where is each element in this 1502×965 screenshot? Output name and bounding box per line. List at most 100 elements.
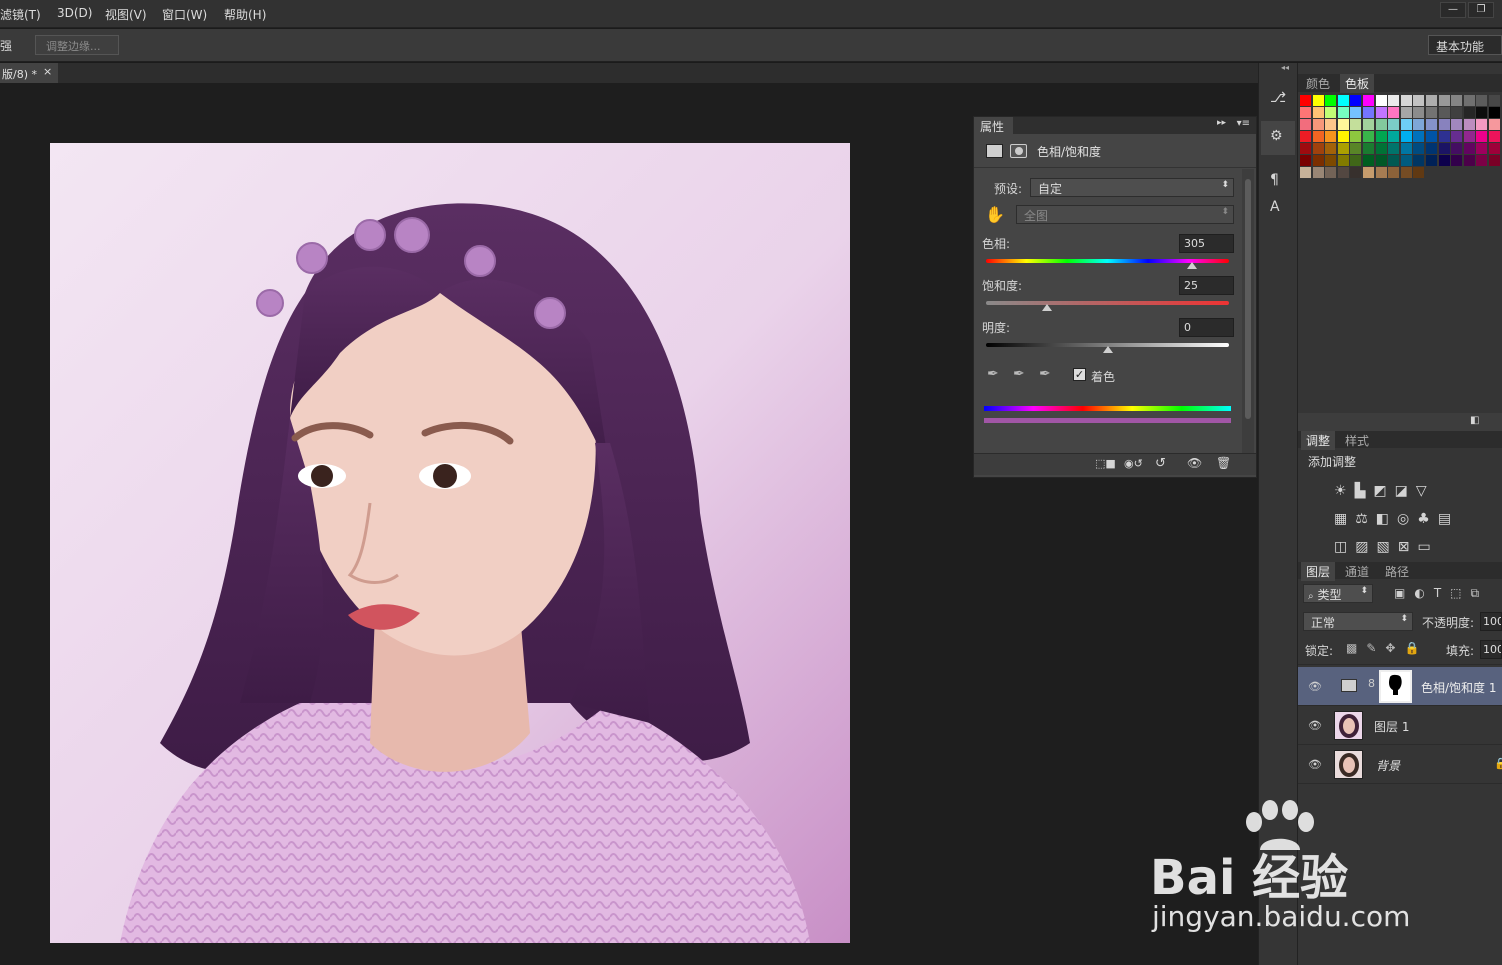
swatch[interactable] [1312, 119, 1324, 130]
swatch[interactable] [1300, 167, 1311, 178]
minimize-button[interactable]: — [1440, 2, 1466, 18]
layers-tab[interactable]: 图层 [1301, 562, 1336, 581]
swatch[interactable] [1438, 155, 1450, 166]
restore-button[interactable]: ❐ [1468, 2, 1494, 18]
swatch[interactable] [1350, 155, 1362, 166]
filter-smart-icon[interactable]: ⧉ [1471, 586, 1489, 600]
swatch[interactable] [1438, 119, 1450, 130]
swatch[interactable] [1375, 131, 1387, 142]
swatch[interactable] [1426, 131, 1437, 142]
swatch[interactable] [1476, 95, 1488, 106]
lightness-slider-thumb[interactable] [1102, 346, 1113, 353]
swatch[interactable] [1337, 107, 1349, 118]
swatch[interactable] [1476, 143, 1488, 154]
expand-panels-icon[interactable]: ◂◂ [1281, 63, 1289, 72]
swatch[interactable] [1325, 155, 1337, 166]
lightness-input[interactable]: 0 [1179, 318, 1234, 337]
threshold-icon[interactable]: ▧ [1376, 539, 1397, 555]
swatch[interactable] [1489, 143, 1500, 154]
swatch[interactable] [1489, 155, 1500, 166]
collapse-panel-icon[interactable]: ▸▸ [1217, 118, 1226, 128]
swatch[interactable] [1451, 95, 1463, 106]
history-panel-icon[interactable]: ⎇ [1270, 90, 1286, 106]
swatch[interactable] [1400, 143, 1412, 154]
levels-icon[interactable]: ▙ [1355, 483, 1374, 499]
saturation-slider-track[interactable] [986, 301, 1229, 305]
swatch[interactable] [1438, 95, 1450, 106]
swatch[interactable] [1350, 107, 1362, 118]
paragraph-panel-icon[interactable]: ¶ [1270, 172, 1279, 188]
channel-mixer-icon[interactable]: ♣ [1417, 511, 1438, 527]
swatch[interactable] [1312, 167, 1324, 178]
toggle-visibility-icon[interactable]: 👁 [1187, 456, 1202, 470]
swatch[interactable] [1312, 95, 1324, 106]
swatch[interactable] [1300, 143, 1311, 154]
invert-icon[interactable]: ◫ [1334, 539, 1355, 555]
swatch[interactable] [1413, 155, 1425, 166]
swatch[interactable] [1375, 155, 1387, 166]
mask-icon[interactable] [1010, 144, 1027, 158]
swatch[interactable] [1388, 155, 1400, 166]
curves-icon[interactable]: ◩ [1373, 483, 1394, 499]
workspace-switcher[interactable]: 基本功能 [1428, 35, 1502, 55]
swatch[interactable] [1463, 155, 1475, 166]
saturation-input[interactable]: 25 [1179, 276, 1234, 295]
refine-edge-button[interactable]: 调整边缘... [35, 35, 119, 55]
adjustments-tab[interactable]: 调整 [1301, 431, 1336, 450]
document-tab[interactable]: 版/8) * × [0, 63, 58, 83]
swatches-tab[interactable]: 色板 [1340, 74, 1375, 93]
swatch[interactable] [1400, 131, 1412, 142]
color-balance-icon[interactable]: ⚖ [1355, 511, 1376, 527]
menu-filter[interactable]: 滤镜(T) [0, 6, 41, 23]
swatch[interactable] [1363, 143, 1374, 154]
hue-slider-thumb[interactable] [1186, 262, 1197, 269]
swatch[interactable] [1463, 119, 1475, 130]
filter-type-icon[interactable]: T [1434, 586, 1450, 600]
lock-all-icon[interactable]: 🔒 [1404, 641, 1428, 655]
saturation-slider-thumb[interactable] [1041, 304, 1052, 311]
layer-filter-dropdown[interactable]: ⌕ 类型 ⬍ [1303, 584, 1373, 603]
swatch[interactable] [1438, 143, 1450, 154]
filter-pixel-icon[interactable]: ▣ [1394, 586, 1414, 600]
swatch[interactable] [1451, 119, 1463, 130]
reset-icon[interactable]: ↺ [1155, 456, 1166, 471]
swatch[interactable] [1451, 107, 1463, 118]
blend-mode-dropdown[interactable]: 正常 ⬍ [1303, 612, 1413, 631]
swatch[interactable] [1300, 155, 1311, 166]
swatch[interactable] [1325, 95, 1337, 106]
eyedropper-plus-icon[interactable]: ✒ [1013, 366, 1025, 382]
swatch[interactable] [1350, 131, 1362, 142]
swatch[interactable] [1388, 143, 1400, 154]
layer-mask-thumbnail[interactable] [1379, 670, 1412, 703]
swatch[interactable] [1325, 167, 1337, 178]
character-panel-icon[interactable]: A [1270, 199, 1280, 215]
swatch[interactable] [1300, 131, 1311, 142]
swatch[interactable] [1451, 131, 1463, 142]
swatch[interactable] [1476, 119, 1488, 130]
preset-dropdown[interactable]: 自定 ⬍ [1030, 178, 1234, 197]
swatch[interactable] [1388, 167, 1400, 178]
swatch[interactable] [1463, 143, 1475, 154]
swatch[interactable] [1438, 131, 1450, 142]
selective-color-icon[interactable]: ▭ [1417, 539, 1438, 555]
swatch[interactable] [1388, 107, 1400, 118]
swatch[interactable] [1363, 167, 1374, 178]
swatch[interactable] [1363, 95, 1374, 106]
lock-position-icon[interactable]: ✥ [1385, 641, 1404, 655]
delete-icon[interactable]: 🗑 [1216, 456, 1231, 470]
properties-panel-icon[interactable]: ⚙ [1270, 128, 1283, 144]
properties-tab[interactable]: 属性 [974, 117, 1013, 134]
swatch[interactable] [1337, 131, 1349, 142]
swatch[interactable] [1388, 119, 1400, 130]
swatch[interactable] [1400, 119, 1412, 130]
layer-row-hue-saturation[interactable]: 👁 8 色相/饱和度 1 [1298, 667, 1502, 706]
swatch[interactable] [1312, 131, 1324, 142]
swatch[interactable] [1312, 143, 1324, 154]
swatch[interactable] [1413, 143, 1425, 154]
swatch[interactable] [1337, 143, 1349, 154]
color-tab[interactable]: 颜色 [1306, 75, 1330, 92]
channel-dropdown[interactable]: 全图 ⬍ [1016, 205, 1234, 224]
channels-tab[interactable]: 通道 [1345, 563, 1369, 580]
swatch[interactable] [1463, 131, 1475, 142]
swatch[interactable] [1413, 131, 1425, 142]
